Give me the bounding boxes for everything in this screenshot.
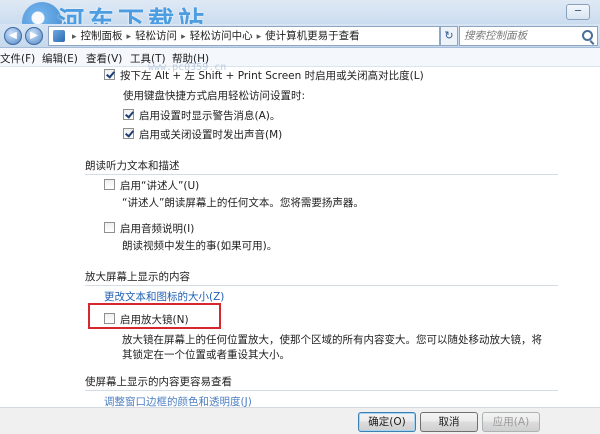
address-bar: ◀ ▶ ▸ 控制面板 ▸ 轻松访问 ▸ 轻松访问中心 ▸ 使计算机更易于查看 ↻ xyxy=(0,24,600,48)
section-divider xyxy=(85,390,558,391)
breadcrumb-separator: ▸ xyxy=(126,32,132,42)
breadcrumb-ease-of-access-center[interactable]: 轻松访问中心 xyxy=(190,27,253,45)
cancel-button[interactable]: 取消 xyxy=(420,412,478,432)
narrator-label: 启用“讲述人”(U) xyxy=(120,180,200,192)
menu-bar: 文件(F) 编辑(E) 查看(V) 工具(T) 帮助(H) xyxy=(0,48,600,67)
forward-button[interactable]: ▶ xyxy=(25,27,43,45)
search-icon[interactable] xyxy=(582,30,593,41)
menu-file[interactable]: 文件(F) xyxy=(0,51,35,66)
back-button[interactable]: ◀ xyxy=(4,27,22,45)
resize-text-link[interactable]: 更改文本和图标的大小(Z) xyxy=(104,289,224,304)
section-divider xyxy=(85,174,558,175)
narrator-checkbox[interactable] xyxy=(104,179,115,190)
breadcrumb[interactable]: ▸ 控制面板 ▸ 轻松访问 ▸ 轻松访问中心 ▸ 使计算机更易于查看 xyxy=(48,26,440,46)
menu-tools[interactable]: 工具(T) xyxy=(130,51,166,66)
sound-label: 启用或关闭设置时发出声音(M) xyxy=(139,129,283,141)
menu-view[interactable]: 查看(V) xyxy=(86,51,122,66)
title-bar: 河东下载站 ─ xyxy=(0,0,600,42)
breadcrumb-ease-of-access[interactable]: 轻松访问 xyxy=(135,27,177,45)
search-input[interactable] xyxy=(460,27,578,45)
audio-description-text: 朗读视频中发生的事(如果可用)。 xyxy=(122,240,278,252)
narrator-description: “讲述人”朗读屏幕上的任何文本。您将需要扬声器。 xyxy=(122,197,364,209)
breadcrumb-current-page[interactable]: 使计算机更易于查看 xyxy=(265,27,360,45)
high-contrast-shortcut-option[interactable]: 按下左 Alt + 左 Shift + Print Screen 时启用或关闭高… xyxy=(104,68,424,83)
refresh-button[interactable]: ↻ xyxy=(440,26,458,46)
narrator-option[interactable]: 启用“讲述人”(U) xyxy=(104,178,199,193)
breadcrumb-control-panel[interactable]: 控制面板 xyxy=(81,27,123,45)
control-panel-icon xyxy=(53,30,65,42)
warning-message-label: 启用设置时显示警告消息(A)。 xyxy=(139,110,281,122)
sound-checkbox[interactable] xyxy=(123,128,134,139)
search-box[interactable] xyxy=(459,26,598,46)
apply-button[interactable]: 应用(A) xyxy=(482,412,540,432)
settings-content: 按下左 Alt + 左 Shift + Print Screen 时启用或关闭高… xyxy=(0,67,600,407)
menu-edit[interactable]: 编辑(E) xyxy=(42,51,78,66)
breadcrumb-separator: ▸ xyxy=(181,32,186,42)
magnifier-description: 放大镜在屏幕上的任何位置放大，使那个区域的所有内容变大。您可以随处移动放大镜，将… xyxy=(122,334,542,361)
window-border-color-link[interactable]: 调整窗口边框的颜色和透明度(J) xyxy=(104,394,252,407)
breadcrumb-separator: ▸ xyxy=(72,32,77,42)
warning-message-option[interactable]: 启用设置时显示警告消息(A)。 xyxy=(123,108,280,123)
magnify-section-title: 放大屏幕上显示的内容 xyxy=(85,271,190,283)
magnifier-highlight-annotation xyxy=(88,303,221,329)
warning-message-checkbox[interactable] xyxy=(123,109,134,120)
dialog-button-bar: 确定(O) 取消 应用(A) xyxy=(0,407,600,434)
narrator-section-title: 朗读听力文本和描述 xyxy=(85,160,180,172)
minimize-button[interactable]: ─ xyxy=(566,4,590,20)
audio-description-checkbox[interactable] xyxy=(104,222,115,233)
audio-description-label: 启用音频说明(I) xyxy=(120,223,195,235)
audio-description-option[interactable]: 启用音频说明(I) xyxy=(104,221,194,236)
breadcrumb-separator: ▸ xyxy=(256,32,262,42)
high-contrast-shortcut-label: 按下左 Alt + 左 Shift + Print Screen 时启用或关闭高… xyxy=(120,70,424,82)
menu-help[interactable]: 帮助(H) xyxy=(172,51,209,66)
sound-option[interactable]: 启用或关闭设置时发出声音(M) xyxy=(123,127,282,142)
easier-section-title: 使屏幕上显示的内容更容易查看 xyxy=(85,376,232,388)
ok-button[interactable]: 确定(O) xyxy=(358,412,416,432)
high-contrast-shortcut-checkbox[interactable] xyxy=(104,69,115,80)
shortcut-settings-label: 使用键盘快捷方式启用轻松访问设置时: xyxy=(123,90,306,102)
section-divider xyxy=(85,285,558,286)
